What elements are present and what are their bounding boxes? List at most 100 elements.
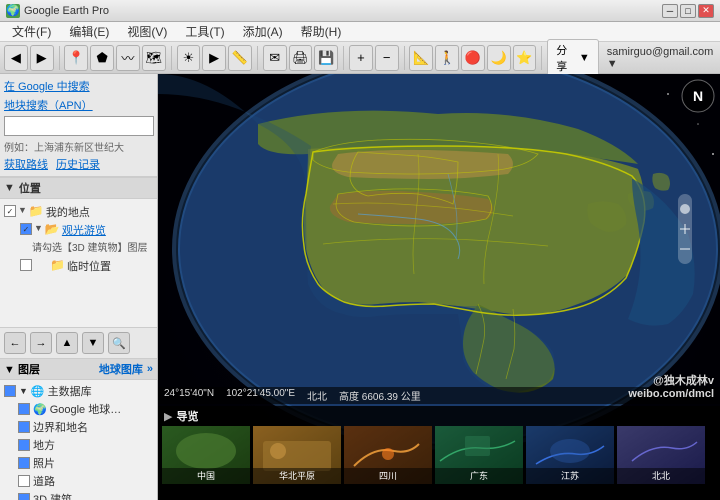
toolbar-sun[interactable]: ☀ xyxy=(177,45,201,71)
layers-sub: 🌍 Google 地球… 边界和地名 地方 照片 xyxy=(18,400,153,500)
search-tabs: 在 Google 中搜索 xyxy=(4,78,153,94)
toolbar-ruler[interactable]: 📏 xyxy=(228,45,252,71)
layer-roads-label: 道路 xyxy=(33,473,55,489)
toolbar-measure[interactable]: 📐 xyxy=(409,45,433,71)
toolbar-forward[interactable]: ▶ xyxy=(30,45,54,71)
toolbar-sep5 xyxy=(404,46,405,70)
nav-zoom[interactable]: 🔍 xyxy=(108,332,130,354)
nav-up[interactable]: ▲ xyxy=(56,332,78,354)
menu-file[interactable]: 文件(F) xyxy=(4,22,59,41)
filmstrip-item-sichuan[interactable]: 四川 xyxy=(344,426,432,484)
layer-3d-cb[interactable] xyxy=(18,493,30,500)
app-title: Google Earth Pro xyxy=(24,5,109,17)
maximize-button[interactable]: □ xyxy=(680,4,696,18)
menu-add[interactable]: 添加(A) xyxy=(235,22,291,41)
menu-help[interactable]: 帮助(H) xyxy=(293,22,350,41)
toolbar-mars[interactable]: 🔴 xyxy=(461,45,485,71)
layers-header[interactable]: ▼ 图层 地球图库 » xyxy=(0,359,157,380)
filmstrip-item-guangdong[interactable]: 广东 xyxy=(435,426,523,484)
get-route-link[interactable]: 获取路线 xyxy=(4,156,48,172)
layer-borders-cb[interactable] xyxy=(18,421,30,433)
share-button[interactable]: 分享 ▼ xyxy=(547,39,598,77)
toolbar-tour[interactable]: ▶ xyxy=(202,45,226,71)
svg-text:四川: 四川 xyxy=(379,471,397,481)
map-area[interactable]: N 24°15'40"N 102°21'45.00"E 北北 高度 6606.3… xyxy=(158,74,720,500)
lon-coord: 102°21'45.00"E xyxy=(226,388,295,403)
my-places-arrow[interactable]: ▼ xyxy=(18,205,27,215)
close-button[interactable]: ✕ xyxy=(698,4,714,18)
toolbar-print[interactable]: 🖨 xyxy=(289,45,313,71)
share-label: 分享 xyxy=(556,42,575,74)
minimize-button[interactable]: ─ xyxy=(662,4,678,18)
tour-folder-icon: 📂 xyxy=(45,222,60,236)
filmstrip-header: ▶ 导览 xyxy=(158,406,720,426)
layer-places: 地方 xyxy=(18,436,153,454)
layer-main-db-cb[interactable] xyxy=(4,385,16,397)
search-tab-apn[interactable]: 地块搜索（APN） xyxy=(4,97,153,113)
nav-right[interactable]: → xyxy=(30,332,52,354)
menu-tools[interactable]: 工具(T) xyxy=(177,22,232,41)
tour-checkbox[interactable] xyxy=(20,223,32,235)
temp-places-checkbox[interactable] xyxy=(20,259,32,271)
svg-text:广东: 广东 xyxy=(470,470,488,481)
layer-roads-cb[interactable] xyxy=(18,475,30,487)
example-text: 例如：上海浦东新区世纪大 xyxy=(4,139,153,154)
layers-arrow: » xyxy=(147,363,153,375)
layer-photos: 照片 xyxy=(18,454,153,472)
toolbar-sky[interactable]: ⭐ xyxy=(513,45,537,71)
history-link[interactable]: 历史记录 xyxy=(56,156,100,172)
layers-right: 地球图库 » xyxy=(99,361,153,377)
filmstrip-item-beibei[interactable]: 北北 xyxy=(617,426,705,484)
filmstrip-item-jiangsu[interactable]: 江苏 xyxy=(526,426,614,484)
app-icon: 🌍 xyxy=(6,4,20,18)
layer-places-cb[interactable] xyxy=(18,439,30,451)
my-places-checkbox[interactable] xyxy=(4,205,16,217)
toolbar-zoom-out[interactable]: − xyxy=(375,45,399,71)
filmstrip: ▶ 导览 中国 xyxy=(158,406,720,500)
menu-view[interactable]: 视图(V) xyxy=(119,22,175,41)
main-area: 在 Google 中搜索 地块搜索（APN） 搜索 例如：上海浦东新区世纪大 获… xyxy=(0,74,720,500)
toolbar-moon[interactable]: 🌙 xyxy=(487,45,511,71)
filmstrip-arrow[interactable]: ▶ xyxy=(164,410,172,423)
user-email[interactable]: samirguo@gmail.com ▼ xyxy=(607,46,716,70)
nav-down[interactable]: ▼ xyxy=(82,332,104,354)
svg-text:江苏: 江苏 xyxy=(561,470,579,481)
temp-places-label[interactable]: 临时位置 xyxy=(67,258,111,274)
toolbar-overlay[interactable]: 🗺 xyxy=(142,45,166,71)
tour-label[interactable]: 观光游览 xyxy=(62,222,106,238)
my-places-label[interactable]: 我的地点 xyxy=(46,204,90,220)
tour-arrow[interactable]: ▼ xyxy=(34,223,43,233)
toolbar-save[interactable]: 💾 xyxy=(314,45,338,71)
layer-photos-label: 照片 xyxy=(33,455,55,471)
search-tab-google[interactable]: 在 Google 中搜索 xyxy=(4,78,90,94)
nav-left[interactable]: ← xyxy=(4,332,26,354)
watermark: @独木成林v weibo.com/dmcl xyxy=(628,372,714,400)
layer-main-db-arrow[interactable]: ▼ xyxy=(19,386,28,396)
filmstrip-item-huabei[interactable]: 华北平原 xyxy=(253,426,341,484)
layer-google-earth: 🌍 Google 地球… xyxy=(18,400,153,418)
toolbar-email[interactable]: ✉ xyxy=(263,45,287,71)
search-section: 在 Google 中搜索 地块搜索（APN） 搜索 例如：上海浦东新区世纪大 获… xyxy=(0,74,157,177)
toolbar-sep3 xyxy=(257,46,258,70)
toolbar-street[interactable]: 🚶 xyxy=(435,45,459,71)
toolbar-zoom-in[interactable]: + xyxy=(349,45,373,71)
nav-controls: ← → ▲ ▼ 🔍 xyxy=(0,327,157,358)
toolbar-path[interactable]: 〰 xyxy=(116,45,140,71)
layer-google-earth-cb[interactable] xyxy=(18,403,30,415)
toolbar-back[interactable]: ◀ xyxy=(4,45,28,71)
search-input[interactable] xyxy=(4,116,154,136)
toolbar-polygon[interactable]: ⬟ xyxy=(90,45,114,71)
temp-places-item: 📁 临时位置 xyxy=(20,257,153,275)
toolbar-placemark[interactable]: 📍 xyxy=(64,45,88,71)
filmstrip-item-china[interactable]: 中国 xyxy=(162,426,250,484)
globe-library-label[interactable]: 地球图库 xyxy=(99,361,143,377)
menu-edit[interactable]: 编辑(E) xyxy=(61,22,117,41)
toolbar: ◀ ▶ 📍 ⬟ 〰 🗺 ☀ ▶ 📏 ✉ 🖨 💾 + − 📐 🚶 🔴 🌙 ⭐ 分享… xyxy=(0,42,720,74)
left-panel: 在 Google 中搜索 地块搜索（APN） 搜索 例如：上海浦东新区世纪大 获… xyxy=(0,74,158,500)
layer-3d-buildings: 3D 建筑 xyxy=(18,490,153,500)
layer-main-db-label: 主数据库 xyxy=(48,383,92,399)
svg-text:北北: 北北 xyxy=(652,471,670,481)
location-section-header[interactable]: ▼ 位置 xyxy=(0,177,157,199)
svg-text:华北平原: 华北平原 xyxy=(279,470,315,481)
layer-photos-cb[interactable] xyxy=(18,457,30,469)
